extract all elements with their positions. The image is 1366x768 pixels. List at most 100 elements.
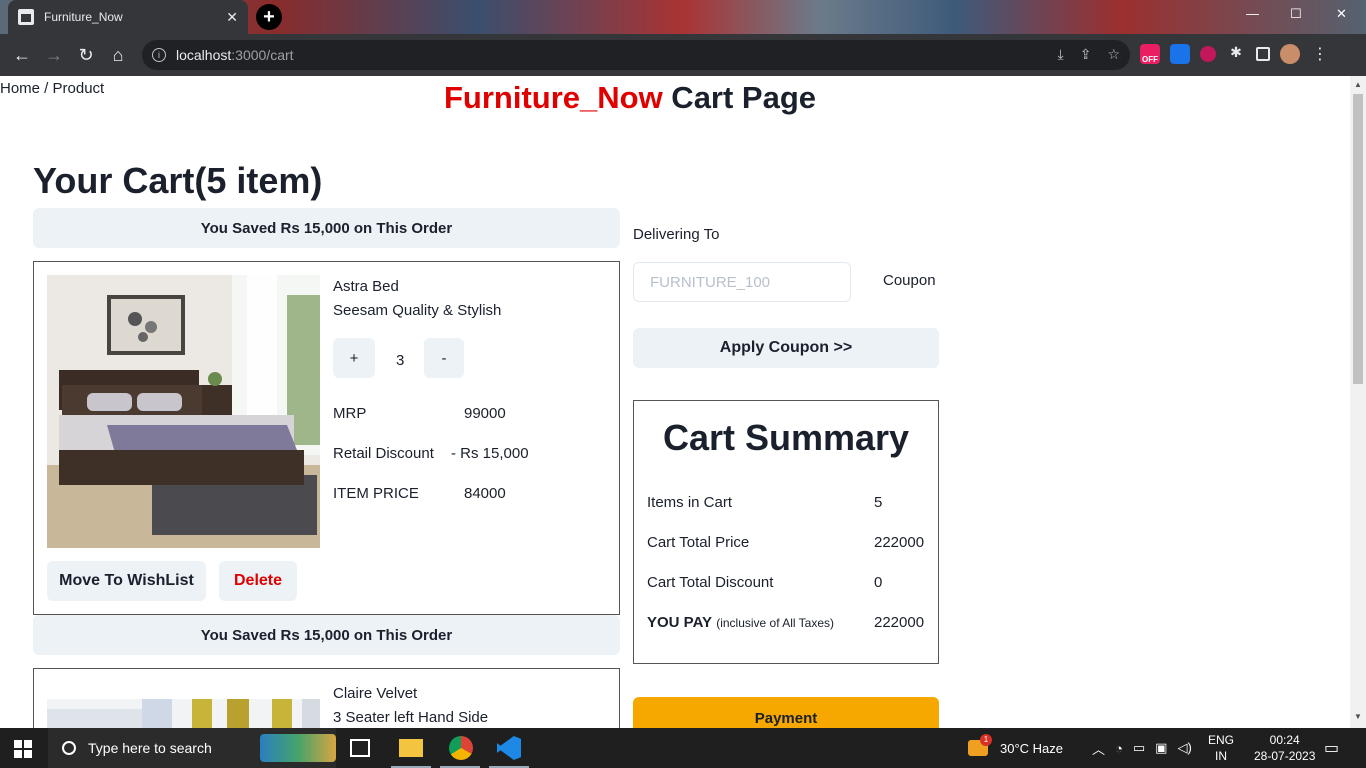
lang-top: ENG xyxy=(1208,733,1235,747)
menu-kebab-icon[interactable]: ⋮ xyxy=(1310,44,1330,64)
cart-total-price-label: Cart Total Price xyxy=(647,534,750,551)
brand-name: Furniture_Now xyxy=(443,80,663,115)
install-app-icon[interactable]: ⤓ xyxy=(1058,46,1064,63)
extensions-area: OFF ✱ ⋮ xyxy=(1140,44,1330,64)
address-bar[interactable]: i localhost:3000/cart ⤓ ⇪ ☆ xyxy=(142,40,1130,70)
apply-coupon-button[interactable]: Apply Coupon >> xyxy=(633,328,939,368)
you-pay-label: YOU PAY (inclusive of All Taxes) xyxy=(647,614,834,631)
item-price-value: 84000 xyxy=(464,485,506,502)
weather-badge: 1 xyxy=(980,734,992,746)
cart-item-card: Claire Velvet 3 Seater left Hand Side xyxy=(33,668,620,728)
search-highlight-image xyxy=(260,734,336,762)
bookmark-star-icon[interactable]: ☆ xyxy=(1107,46,1120,63)
lang-bottom: IN xyxy=(1215,749,1227,763)
tax-note: (inclusive of All Taxes) xyxy=(716,616,835,630)
puzzle-extensions-icon[interactable]: ✱ xyxy=(1226,44,1246,64)
delivering-to-label: Delivering To xyxy=(633,226,720,243)
browser-tab-strip: Furniture_Now ✕ + — ☐ ✕ xyxy=(0,0,1366,34)
scroll-down-icon[interactable]: ▼ xyxy=(1354,712,1362,721)
payment-button[interactable]: Payment xyxy=(633,697,939,728)
cart-total-discount-value: 0 xyxy=(874,574,883,591)
url-host: localhost xyxy=(176,47,232,63)
clock-date: 28-07-2023 xyxy=(1254,749,1316,763)
cart-title: Your Cart(5 item) xyxy=(33,160,323,201)
item-name: Claire Velvet xyxy=(333,685,418,702)
maximize-icon[interactable]: ☐ xyxy=(1290,6,1302,22)
delete-button[interactable]: Delete xyxy=(219,561,297,601)
page-scrollbar[interactable]: ▲ ▼ xyxy=(1350,76,1366,728)
back-arrow-icon[interactable]: ← xyxy=(6,45,38,66)
side-panel-icon[interactable] xyxy=(1256,47,1270,61)
clock-time: 00:24 xyxy=(1269,733,1300,747)
item-price-label: ITEM PRICE xyxy=(333,485,419,502)
tray-chevron-icon[interactable]: ︿ xyxy=(1092,739,1105,758)
product-image-sofa xyxy=(47,699,320,728)
task-view-icon[interactable] xyxy=(350,739,370,757)
language-indicator[interactable]: ENG IN xyxy=(1208,732,1234,764)
taskbar-search-placeholder: Type here to search xyxy=(88,740,212,756)
item-description: 3 Seater left Hand Side xyxy=(333,709,489,726)
windows-start-icon[interactable] xyxy=(14,740,32,758)
you-pay-value: 222000 xyxy=(874,614,925,631)
profile-avatar[interactable] xyxy=(1280,44,1300,64)
weather-icon: 1 xyxy=(968,734,992,756)
notifications-icon[interactable]: ▭ xyxy=(1324,728,1339,768)
move-to-wishlist-button[interactable]: Move To WishList xyxy=(47,561,206,601)
minimize-icon[interactable]: — xyxy=(1246,6,1259,21)
qty-value: 3 xyxy=(396,352,405,369)
close-tab-icon[interactable]: ✕ xyxy=(226,9,238,26)
home-icon[interactable]: ⌂ xyxy=(102,45,134,66)
chrome-icon[interactable] xyxy=(449,736,473,760)
saved-banner: You Saved Rs 15,000 on This Order xyxy=(33,208,620,248)
system-tray: ︿ ◔ ▭ ▣ ◁) xyxy=(1092,728,1192,768)
volume-icon[interactable]: ◁) xyxy=(1177,740,1191,756)
qty-decrease-button[interactable]: - xyxy=(424,338,464,378)
cart-total-discount-label: Cart Total Discount xyxy=(647,574,774,591)
summary-title: Cart Summary xyxy=(662,417,910,458)
home-favicon-icon xyxy=(18,9,34,25)
search-icon xyxy=(62,741,76,755)
browser-tab[interactable]: Furniture_Now ✕ xyxy=(8,0,248,34)
weather-widget[interactable]: 1 30°C Haze xyxy=(968,728,1063,768)
url-path: :3000/cart xyxy=(231,47,294,63)
windows-taskbar: Type here to search 1 30°C Haze ︿ ◔ ▭ ▣ … xyxy=(0,728,1366,768)
extension-badge-icon[interactable] xyxy=(1200,46,1216,62)
page-title: Furniture_Now Cart Page xyxy=(0,80,1260,116)
saved-banner: You Saved Rs 15,000 on This Order xyxy=(33,615,620,655)
product-image-bed xyxy=(47,275,320,548)
discount-label: Retail Discount xyxy=(333,445,434,462)
site-info-icon[interactable]: i xyxy=(152,48,166,62)
close-window-icon[interactable]: ✕ xyxy=(1336,6,1347,22)
battery-icon[interactable]: ▭ xyxy=(1133,740,1145,756)
clock[interactable]: 00:24 28-07-2023 xyxy=(1254,732,1315,764)
new-tab-button[interactable]: + xyxy=(256,4,282,30)
coupon-extension-icon[interactable]: OFF xyxy=(1140,44,1160,64)
weather-text: 30°C Haze xyxy=(1000,740,1064,756)
scroll-up-icon[interactable]: ▲ xyxy=(1354,80,1362,89)
extension-icon[interactable] xyxy=(1170,44,1190,64)
cart-summary: Cart Summary Items in Cart 5 Cart Total … xyxy=(633,400,939,664)
coupon-input[interactable] xyxy=(633,262,851,302)
cart-item-card: Astra Bed Seesam Quality & Stylish + 3 -… xyxy=(33,261,620,615)
network-icon[interactable]: ▣ xyxy=(1155,740,1167,756)
page-viewport: Home / Product Furniture_Now Cart Page Y… xyxy=(0,76,1350,728)
item-name: Astra Bed xyxy=(333,278,399,295)
vscode-icon[interactable] xyxy=(497,736,521,760)
file-explorer-icon[interactable] xyxy=(399,739,423,757)
reload-icon[interactable]: ↻ xyxy=(70,45,102,66)
tab-title: Furniture_Now xyxy=(44,10,123,24)
scroll-thumb[interactable] xyxy=(1353,94,1363,384)
mrp-label: MRP xyxy=(333,405,367,422)
forward-arrow-icon[interactable]: → xyxy=(38,45,70,66)
coupon-label: Coupon xyxy=(883,272,936,289)
qty-increase-button[interactable]: + xyxy=(333,338,375,378)
heading-suffix: Cart Page xyxy=(662,80,817,115)
cart-total-price-value: 222000 xyxy=(874,534,925,551)
mrp-value: 99000 xyxy=(464,405,506,422)
share-icon[interactable]: ⇪ xyxy=(1080,46,1092,63)
tray-app-icon[interactable]: ◔ xyxy=(1115,741,1123,756)
items-in-cart-value: 5 xyxy=(874,494,883,511)
item-description: Seesam Quality & Stylish xyxy=(333,302,502,319)
items-in-cart-label: Items in Cart xyxy=(647,494,733,511)
you-pay-text: YOU PAY xyxy=(647,614,713,631)
